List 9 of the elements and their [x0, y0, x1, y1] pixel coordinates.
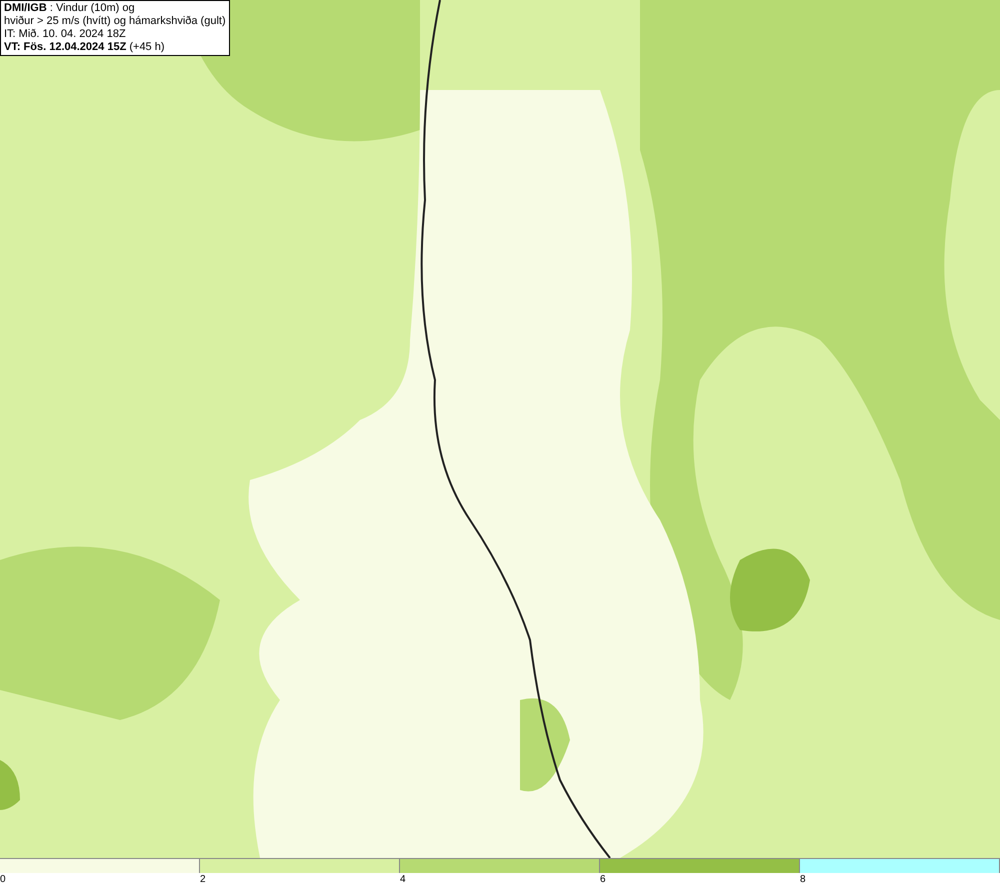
info-text: hviður > 25 m/s (hvítt) og hámarkshviða (gult): [4, 15, 226, 28]
scale-label: 2: [200, 873, 207, 887]
scale-label: 6: [600, 873, 607, 887]
info-text: VT: Fös. 12.04.2024 15Z (+45 h): [4, 41, 166, 54]
scale-label: 4: [400, 873, 407, 887]
scale-label: 0: [0, 873, 7, 887]
info-text: DMI/IGB : Vindur (10m) og: [4, 2, 136, 15]
info-text: IT: Mið. 10. 04. 2024 18Z: [4, 28, 127, 41]
scale-label: 8: [800, 873, 807, 887]
